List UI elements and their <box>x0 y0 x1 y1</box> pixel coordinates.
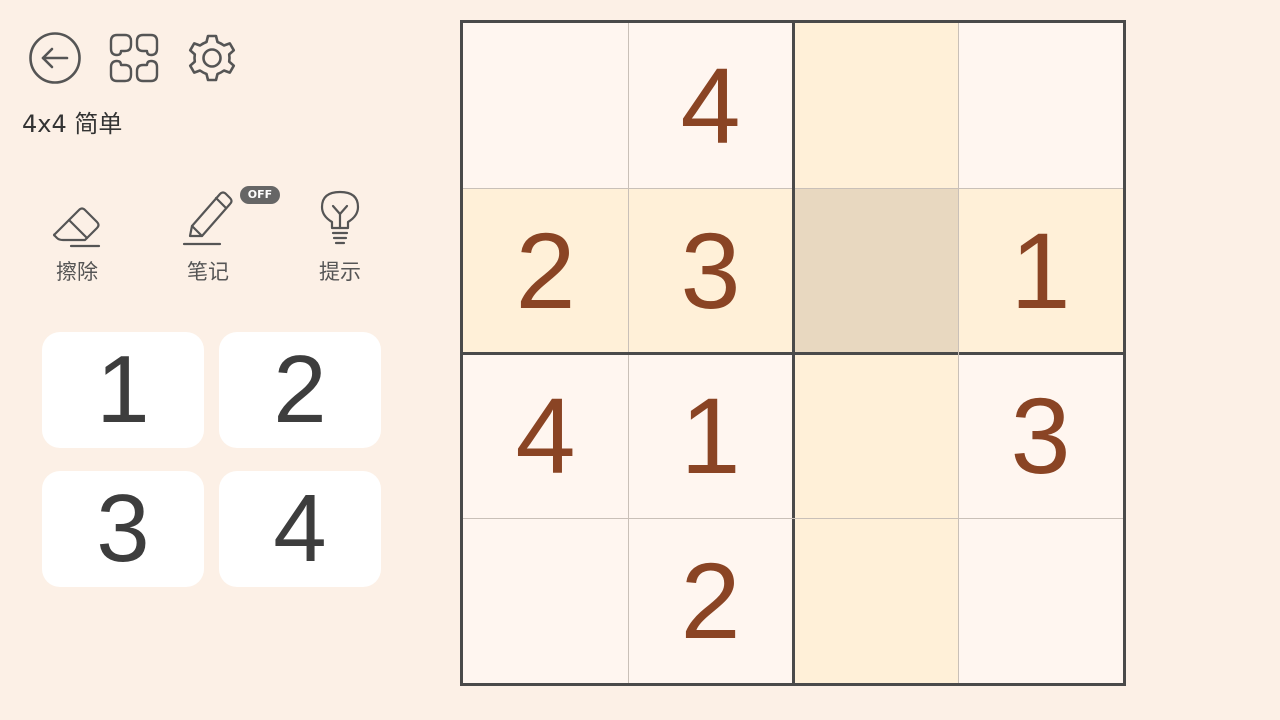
erase-button[interactable]: 擦除 <box>32 186 122 286</box>
back-button[interactable] <box>27 30 83 86</box>
board-cell[interactable] <box>793 188 958 353</box>
board-cell[interactable]: 1 <box>628 353 793 518</box>
board-cell[interactable] <box>793 353 958 518</box>
hint-button[interactable]: 提示 <box>295 186 385 286</box>
board-cell[interactable]: 2 <box>463 188 628 353</box>
arrow-left-circle-icon <box>29 32 81 84</box>
layout-grid-icon <box>109 33 159 83</box>
board-cell[interactable] <box>958 518 1123 683</box>
board-cell[interactable]: 3 <box>958 353 1123 518</box>
board-cell[interactable] <box>793 518 958 683</box>
board-cell[interactable]: 3 <box>628 188 793 353</box>
pencil-icon <box>180 186 236 248</box>
board-cell[interactable] <box>463 23 628 188</box>
layout-button[interactable] <box>106 30 162 86</box>
number-key-1[interactable]: 1 <box>42 332 204 448</box>
board-cell[interactable]: 4 <box>463 353 628 518</box>
board-cell[interactable]: 4 <box>628 23 793 188</box>
grid-line-vertical <box>957 23 959 683</box>
grid-line-horizontal <box>463 517 1123 519</box>
notes-button[interactable]: 笔记 <box>163 186 253 286</box>
notes-label: 笔记 <box>187 260 229 284</box>
sudoku-board: 42314132 <box>460 20 1126 686</box>
erase-label: 擦除 <box>56 260 98 284</box>
box-divider-horizontal <box>463 351 1123 355</box>
board-cell[interactable] <box>958 23 1123 188</box>
number-key-3[interactable]: 3 <box>42 471 204 587</box>
board-cell[interactable]: 1 <box>958 188 1123 353</box>
board-cell[interactable] <box>463 518 628 683</box>
settings-button[interactable] <box>184 30 240 86</box>
board-cell[interactable] <box>793 23 958 188</box>
number-key-2[interactable]: 2 <box>219 332 381 448</box>
lightbulb-icon <box>319 186 361 248</box>
number-key-4[interactable]: 4 <box>219 471 381 587</box>
gear-icon <box>188 34 236 82</box>
notes-status-badge[interactable]: OFF <box>240 186 280 204</box>
board-cell[interactable]: 2 <box>628 518 793 683</box>
hint-label: 提示 <box>319 260 361 284</box>
difficulty-label: 4x4 简单 <box>22 110 123 138</box>
eraser-icon <box>51 186 103 248</box>
